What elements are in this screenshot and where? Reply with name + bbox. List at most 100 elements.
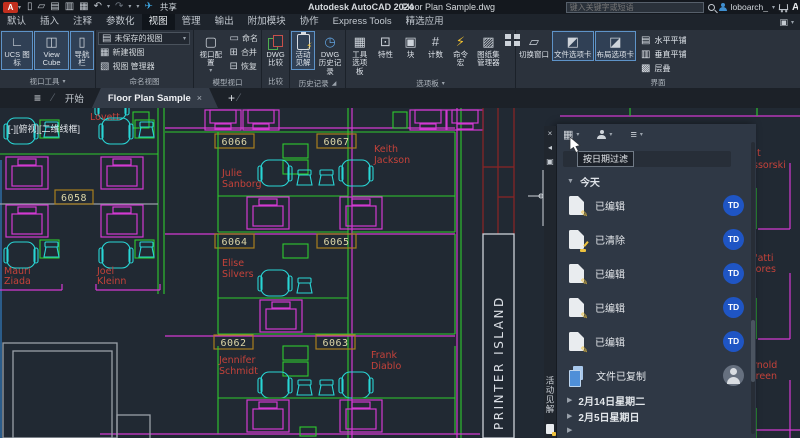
activity-insights-button[interactable]: ⚡活动见解 — [291, 31, 315, 70]
panel-palettes: ▦工具选项板 ⊡特性 ▣块 #计数 ⚡命令宏 ▨图纸集管理器 选项板▾ — [346, 30, 516, 88]
cascade-button[interactable]: ▩层叠 — [641, 62, 686, 74]
cubicle-cluster-6064-6065: 6064 6065 Elise Silvers — [165, 234, 455, 336]
ribbon-display-caret[interactable]: ▾ — [791, 19, 794, 26]
viewport-restore-button[interactable]: ⊟恢复 — [228, 60, 259, 73]
activity-item-edited-3[interactable]: ✎ 已编辑 TD — [557, 290, 750, 324]
save-icon[interactable]: ▤ — [50, 2, 59, 12]
dwg-compare-button[interactable]: DWG 比较 — [263, 31, 288, 70]
plot-icon[interactable]: ▦ — [79, 2, 88, 12]
activity-item-purged[interactable]: 已清除 TD — [557, 222, 750, 256]
file-tabs-menu-icon[interactable]: ≡ — [34, 91, 41, 105]
panel-label-named-views[interactable]: 命名视图 — [96, 76, 193, 88]
section-today[interactable]: ▼今天 — [557, 174, 610, 189]
start-tab[interactable]: 开始 — [57, 91, 92, 105]
save-as-icon[interactable]: ▥ — [65, 2, 74, 12]
viewport-join-button[interactable]: ⊞合并 — [228, 46, 259, 59]
activity-item-edited-1[interactable]: ✎ 已编辑 TD — [557, 188, 750, 222]
ucs-icon-button[interactable]: ∟UCS 图标 — [1, 31, 33, 70]
view-cube-button[interactable]: ◫View Cube — [34, 31, 69, 70]
redo-caret[interactable]: ▾ — [128, 2, 131, 12]
date-group-partial[interactable]: ▶ — [557, 424, 750, 436]
user-icon[interactable] — [719, 3, 727, 11]
new-tab-button[interactable]: + — [228, 91, 235, 105]
app-store-cart-icon[interactable] — [779, 4, 788, 10]
file-tabs-button[interactable]: ◩文件选项卡 — [552, 31, 594, 61]
app-menu-caret[interactable]: ▾ — [18, 4, 21, 11]
avatar-td[interactable]: TD — [723, 297, 744, 318]
avatar-td[interactable]: TD — [723, 331, 744, 352]
panel-label-interface[interactable]: 界面 — [516, 77, 800, 89]
viewport-controls-label[interactable]: [-][俯视][二维线框] — [8, 122, 80, 135]
layout-tabs-button[interactable]: ◪布局选项卡 — [595, 31, 637, 61]
tab-output[interactable]: 输出 — [208, 14, 241, 30]
tab-collaborate[interactable]: 协作 — [293, 14, 326, 30]
tab-featured-apps[interactable]: 精选应用 — [399, 14, 451, 30]
close-tab-icon[interactable]: × — [197, 93, 202, 103]
autodesk-a-icon[interactable]: A — [792, 2, 798, 13]
tool-palettes-button[interactable]: ▦工具选项板 — [347, 31, 372, 78]
panel-scrollbar[interactable] — [751, 142, 755, 434]
undo-icon[interactable]: ↶ — [94, 2, 102, 12]
count-button[interactable]: #计数 — [423, 31, 447, 61]
redo-icon[interactable]: ↷ — [115, 2, 123, 12]
new-file-icon[interactable]: ▯ — [27, 2, 33, 12]
viewport-named-button[interactable]: ▭命名 — [228, 32, 260, 45]
view-manager-button[interactable]: ▧视图 管理器 — [98, 60, 157, 73]
search-input[interactable] — [566, 2, 704, 13]
tab-default[interactable]: 默认 — [0, 14, 33, 30]
avatar-person-icon[interactable] — [723, 365, 744, 386]
avatar-td[interactable]: TD — [723, 229, 744, 250]
tab-parametric[interactable]: 参数化 — [99, 14, 142, 30]
properties-button[interactable]: ⊡特性 — [373, 31, 397, 61]
properties-gear-icon[interactable]: ▣ — [546, 158, 554, 166]
tab-addins[interactable]: 附加模块 — [241, 14, 293, 30]
close-icon[interactable]: × — [548, 130, 553, 138]
tab-manage[interactable]: 管理 — [175, 14, 208, 30]
panel-label-compare[interactable]: 比较 — [262, 76, 289, 88]
blocks-button[interactable]: ▣块 — [398, 31, 422, 61]
avatar-td[interactable]: TD — [723, 263, 744, 284]
history-dialog-launcher-icon[interactable]: ◢ — [332, 78, 337, 90]
dwg-history-button[interactable]: ◷DWG 历史记录 — [316, 31, 344, 78]
panel-label-model-viewports[interactable]: 模型视口 — [194, 77, 261, 89]
sheet-set-manager-button[interactable]: ▨图纸集管理器 — [473, 31, 503, 70]
activity-item-copied[interactable]: 文件已复制 — [557, 358, 750, 392]
palette-extra-icons[interactable] — [504, 33, 514, 48]
edited-doc-icon: ✎ — [569, 332, 584, 351]
tab-express-tools[interactable]: Express Tools — [326, 14, 399, 30]
avatar-td[interactable]: TD — [723, 195, 744, 216]
tab-insert[interactable]: 插入 — [33, 14, 66, 30]
undo-caret[interactable]: ▾ — [107, 2, 110, 12]
app-logo-icon[interactable]: A — [3, 2, 18, 13]
date-group-feb5[interactable]: ▶2月5日星期日 — [557, 408, 750, 424]
collapse-icon[interactable]: ◂ — [548, 144, 552, 152]
username[interactable]: loboarch_ — [731, 2, 768, 12]
tile-horizontally-button[interactable]: ▤水平平铺 — [641, 34, 686, 46]
new-view-button[interactable]: ▦新建视图 — [98, 46, 146, 59]
activity-item-edited-2[interactable]: ✎ 已编辑 TD — [557, 256, 750, 290]
tile-vertically-button[interactable]: ▥垂直平铺 — [641, 48, 686, 60]
panel-label-palettes[interactable]: 选项板▾ — [346, 78, 515, 90]
navigation-bar-button[interactable]: ▯导航栏 — [70, 31, 94, 70]
qat-customize-caret[interactable]: ▾ — [136, 2, 139, 12]
share-label[interactable]: 共享 — [160, 2, 177, 12]
command-macros-button[interactable]: ⚡命令宏 — [448, 31, 472, 70]
filter-by-user-button[interactable]: ▾ — [597, 130, 612, 139]
panel-label-viewport-tools[interactable]: 视口工具▾ — [0, 76, 95, 88]
date-group-feb14[interactable]: ▶2月14日星期二 — [557, 392, 750, 408]
scrollbar-thumb[interactable] — [751, 320, 755, 382]
document-tab[interactable]: Floor Plan Sample × — [92, 88, 218, 108]
tab-view[interactable]: 视图 — [142, 14, 175, 30]
panel-label-history[interactable]: 历史记录◢ — [290, 78, 345, 90]
search-icon[interactable] — [708, 4, 715, 11]
filter-by-type-button[interactable]: ≡▾ — [630, 129, 642, 141]
user-caret[interactable]: ▾ — [772, 4, 775, 11]
share-icon[interactable]: ✈ — [144, 2, 152, 12]
open-file-icon[interactable]: ▱ — [38, 2, 46, 12]
viewport-config-button[interactable]: ▢视口配置▾ — [195, 31, 227, 77]
view-dropdown[interactable]: ▤未保存的视图▾ — [98, 32, 190, 45]
switch-windows-button[interactable]: ▱切换窗口 — [517, 31, 551, 61]
ribbon-display-icon[interactable]: ▣ — [779, 17, 788, 28]
tab-annotate[interactable]: 注释 — [66, 14, 99, 30]
activity-item-edited-4[interactable]: ✎ 已编辑 TD — [557, 324, 750, 358]
